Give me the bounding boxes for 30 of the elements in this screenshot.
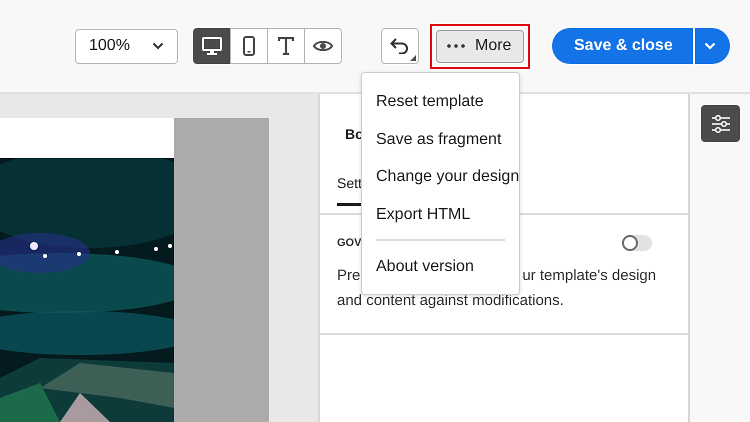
menu-item[interactable]: Reset template	[362, 83, 519, 120]
description-text: Pre	[337, 266, 360, 286]
description-text: and content against modifications.	[337, 292, 564, 309]
menu-item[interactable]: About version	[362, 248, 519, 286]
save-options-button[interactable]	[694, 28, 730, 64]
phone-icon	[243, 36, 255, 56]
menu-item[interactable]: Change your design	[362, 158, 519, 196]
undo-button[interactable]	[381, 28, 419, 64]
description-text: ur template's design	[522, 266, 656, 286]
settings-button[interactable]	[701, 105, 740, 142]
zoom-dropdown[interactable]: 100%	[75, 28, 178, 64]
eye-icon	[313, 39, 333, 53]
save-button[interactable]: Save & close	[552, 28, 693, 64]
more-icon	[447, 44, 465, 48]
menu-item[interactable]: Save as fragment	[362, 120, 519, 158]
corner-triangle-icon	[410, 55, 416, 61]
more-button[interactable]: More	[436, 30, 524, 62]
sliders-icon	[710, 114, 730, 132]
menu-item[interactable]: Export HTML	[362, 196, 519, 233]
view-toggle-button[interactable]	[193, 28, 231, 64]
view-toggle-button[interactable]	[230, 28, 268, 64]
text-icon	[278, 37, 294, 55]
monitor-icon	[202, 37, 222, 55]
view-toggle-button[interactable]	[304, 28, 342, 64]
view-toggle-button[interactable]	[267, 28, 305, 64]
undo-icon	[390, 38, 410, 54]
toggle-switch[interactable]	[622, 235, 652, 251]
chevron-down-icon	[704, 42, 716, 50]
chevron-down-icon	[152, 42, 164, 50]
section-heading: GOV	[337, 237, 362, 249]
